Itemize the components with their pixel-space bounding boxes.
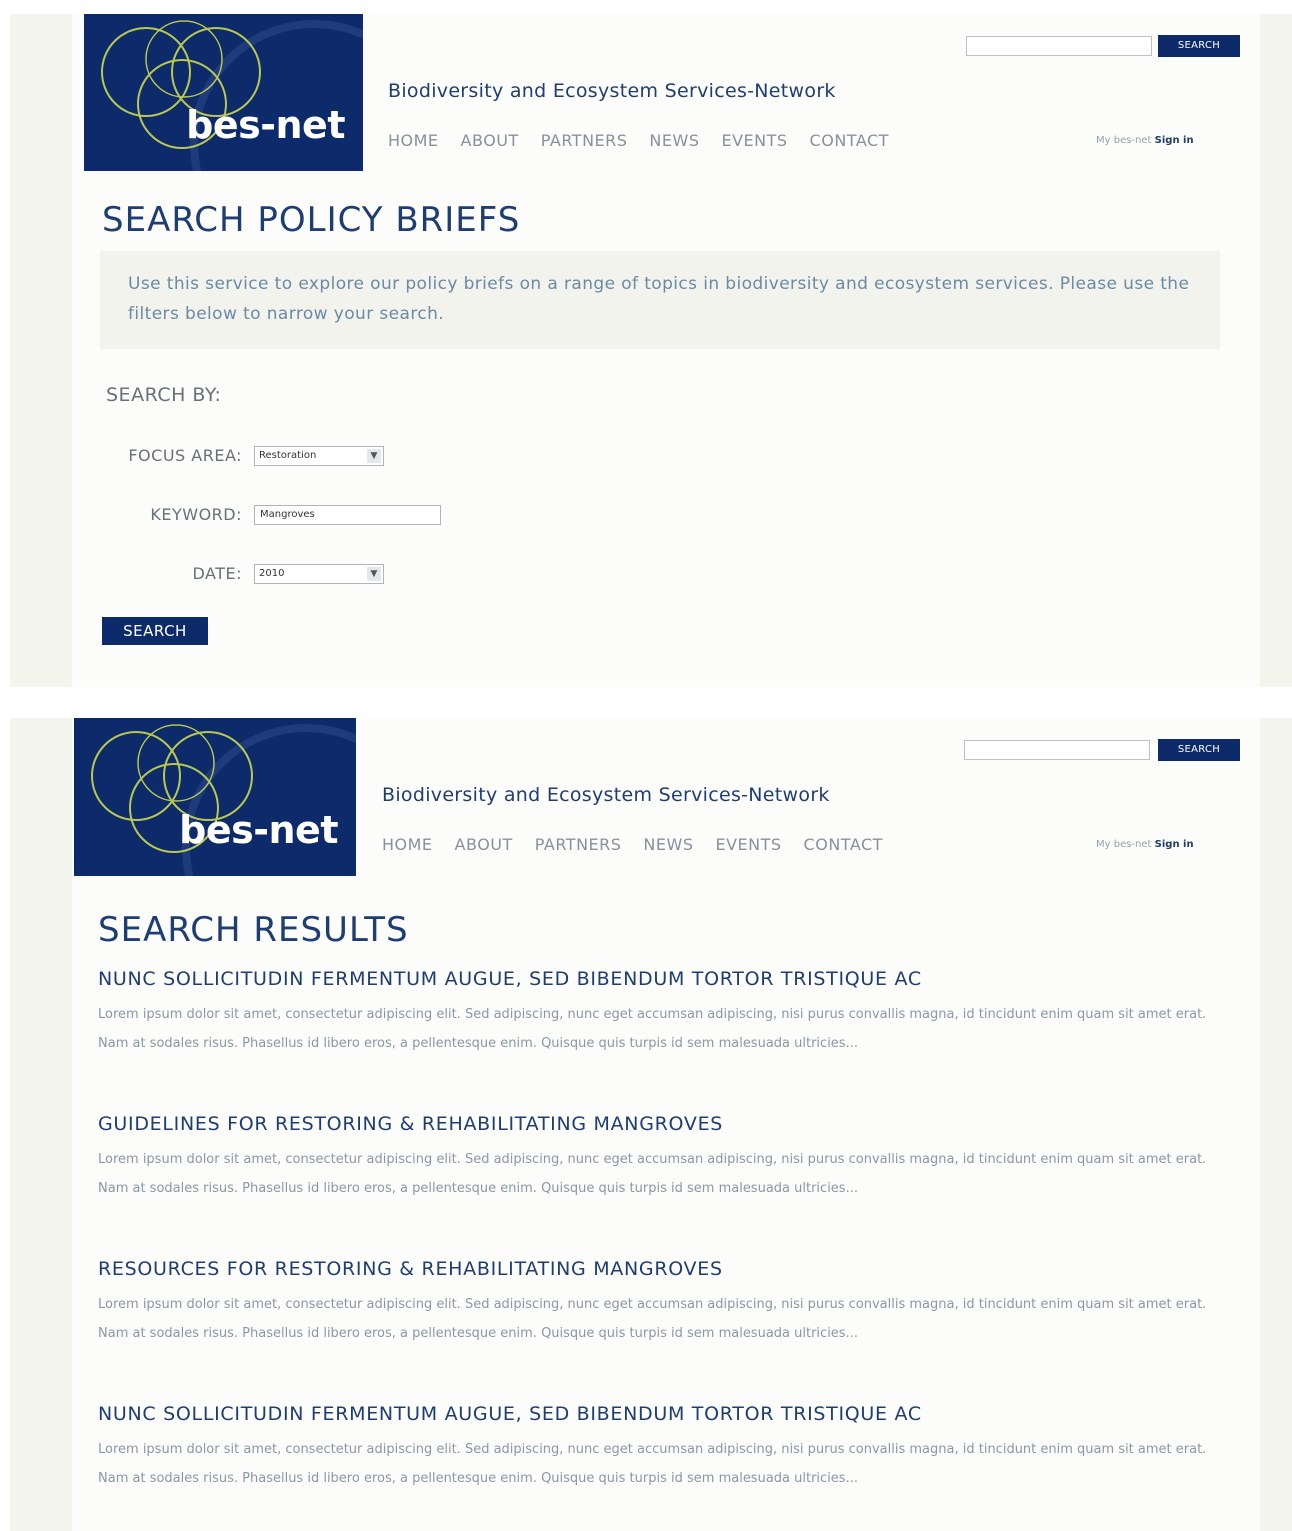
focus-area-value: Restoration bbox=[259, 450, 317, 461]
main-nav: HOME ABOUT PARTNERS NEWS EVENTS CONTACT bbox=[382, 835, 883, 854]
chevron-down-icon: ▼ bbox=[367, 449, 381, 463]
page-title: SEARCH POLICY BRIEFS bbox=[102, 200, 521, 240]
header-search-button[interactable]: SEARCH bbox=[1158, 35, 1240, 57]
site-title: Biodiversity and Ecosystem Services-Netw… bbox=[388, 80, 836, 102]
nav-about[interactable]: ABOUT bbox=[455, 835, 513, 854]
logo-text: bes-net bbox=[186, 103, 345, 147]
result-summary: Lorem ipsum dolor sit amet, consectetur … bbox=[98, 1442, 1207, 1486]
date-label: DATE: bbox=[192, 564, 242, 583]
search-by-label: SEARCH BY: bbox=[106, 384, 222, 406]
result-title-link[interactable]: NUNC SOLLICITUDIN FERMENTUM AUGUE, SED B… bbox=[98, 1403, 1218, 1425]
site-title: Biodiversity and Ecosystem Services-Netw… bbox=[382, 784, 830, 806]
nav-home[interactable]: HOME bbox=[382, 835, 433, 854]
nav-news[interactable]: NEWS bbox=[649, 131, 699, 150]
logo-circles-graphic bbox=[101, 20, 363, 171]
intro-text: Use this service to explore our policy b… bbox=[100, 251, 1220, 349]
main-nav: HOME ABOUT PARTNERS NEWS EVENTS CONTACT bbox=[388, 131, 889, 150]
keyword-input[interactable]: Mangroves bbox=[254, 505, 441, 525]
nav-contact[interactable]: CONTACT bbox=[810, 131, 889, 150]
logo-circles-graphic bbox=[91, 724, 356, 876]
page-title: SEARCH RESULTS bbox=[98, 910, 409, 950]
result-item: GUIDELINES FOR RESTORING & REHABILITATIN… bbox=[98, 1113, 1218, 1203]
header-search-button[interactable]: SEARCH bbox=[1158, 739, 1240, 761]
nav-events[interactable]: EVENTS bbox=[721, 131, 787, 150]
my-besnet-link[interactable]: My bes-net bbox=[1096, 839, 1151, 850]
result-summary: Lorem ipsum dolor sit amet, consectetur … bbox=[98, 1152, 1207, 1196]
date-select[interactable]: 2010 ▼ bbox=[254, 564, 384, 584]
nav-contact[interactable]: CONTACT bbox=[804, 835, 883, 854]
result-item: NUNC SOLLICITUDIN FERMENTUM AUGUE, SED B… bbox=[98, 1403, 1218, 1493]
account-links: My bes-net Sign in bbox=[1096, 839, 1194, 850]
besnet-logo[interactable]: bes-net bbox=[74, 718, 356, 876]
search-submit-button[interactable]: SEARCH bbox=[102, 617, 208, 645]
keyword-label: KEYWORD: bbox=[150, 505, 242, 524]
result-summary: Lorem ipsum dolor sit amet, consectetur … bbox=[98, 1297, 1207, 1341]
search-page-panel: bes-net SEARCH Biodiversity and Ecosyste… bbox=[10, 14, 1292, 687]
header-search-input[interactable] bbox=[966, 36, 1152, 56]
result-title-link[interactable]: RESOURCES FOR RESTORING & REHABILITATING… bbox=[98, 1258, 1218, 1280]
account-links: My bes-net Sign in bbox=[1096, 135, 1194, 146]
focus-area-select[interactable]: Restoration ▼ bbox=[254, 446, 384, 466]
result-summary: Lorem ipsum dolor sit amet, consectetur … bbox=[98, 1007, 1207, 1051]
result-item: NUNC SOLLICITUDIN FERMENTUM AUGUE, SED B… bbox=[98, 968, 1218, 1058]
sign-in-link[interactable]: Sign in bbox=[1155, 839, 1194, 850]
header-search-input[interactable] bbox=[964, 740, 1150, 760]
logo-text: bes-net bbox=[179, 808, 338, 852]
result-title-link[interactable]: NUNC SOLLICITUDIN FERMENTUM AUGUE, SED B… bbox=[98, 968, 1218, 990]
focus-area-label: FOCUS AREA: bbox=[128, 446, 242, 465]
nav-home[interactable]: HOME bbox=[388, 131, 439, 150]
date-value: 2010 bbox=[259, 568, 285, 579]
nav-events[interactable]: EVENTS bbox=[715, 835, 781, 854]
result-title-link[interactable]: GUIDELINES FOR RESTORING & REHABILITATIN… bbox=[98, 1113, 1218, 1135]
result-item: RESOURCES FOR RESTORING & REHABILITATING… bbox=[98, 1258, 1218, 1348]
nav-partners[interactable]: PARTNERS bbox=[535, 835, 622, 854]
sign-in-link[interactable]: Sign in bbox=[1155, 135, 1194, 146]
my-besnet-link[interactable]: My bes-net bbox=[1096, 135, 1151, 146]
nav-partners[interactable]: PARTNERS bbox=[541, 131, 628, 150]
besnet-logo[interactable]: bes-net bbox=[84, 14, 363, 171]
nav-news[interactable]: NEWS bbox=[643, 835, 693, 854]
nav-about[interactable]: ABOUT bbox=[461, 131, 519, 150]
results-page-panel: bes-net SEARCH Biodiversity and Ecosyste… bbox=[10, 718, 1292, 1531]
chevron-down-icon: ▼ bbox=[367, 567, 381, 581]
